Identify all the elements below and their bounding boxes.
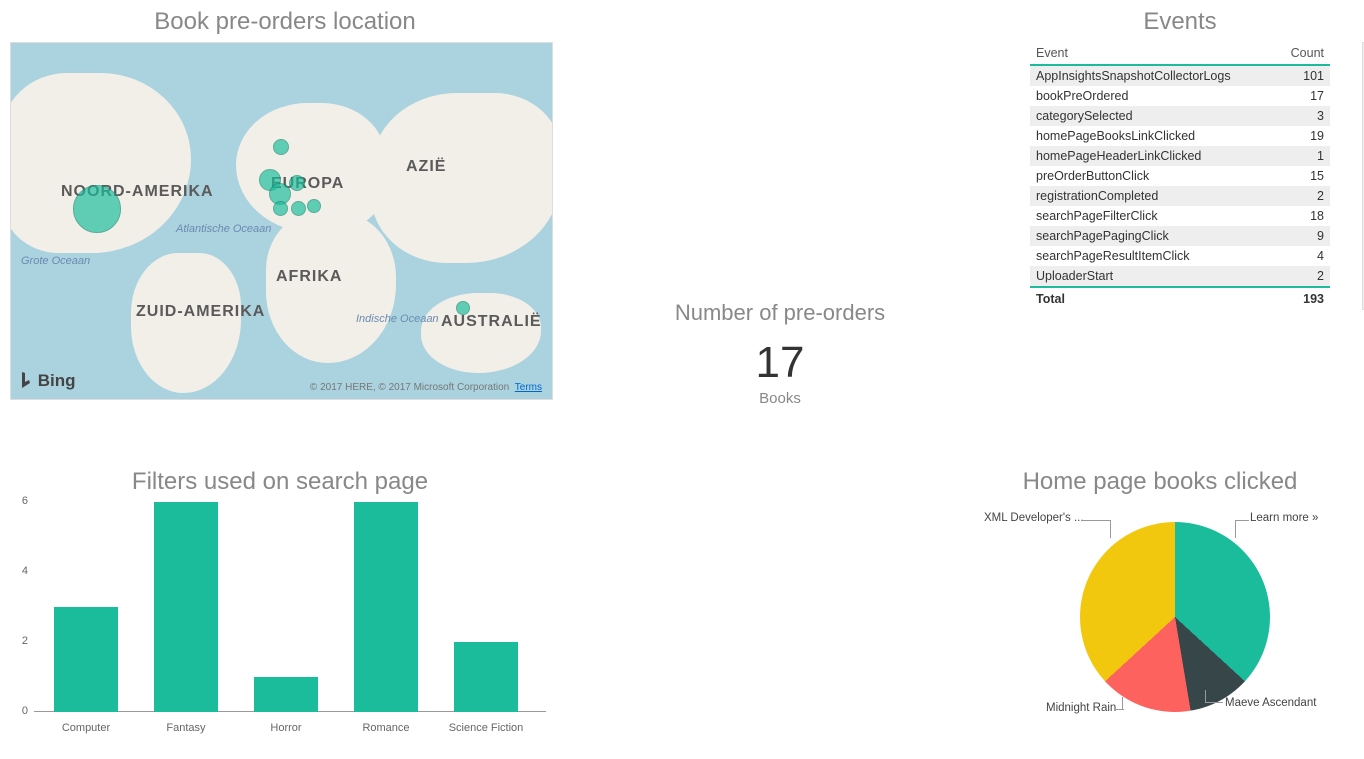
cell-count: 18 — [1276, 206, 1330, 226]
cell-event: AppInsightsSnapshotCollectorLogs — [1030, 65, 1276, 86]
map-tile: Book pre-orders location NOORD-AMERIKA Z… — [10, 0, 560, 400]
bar-category-label: Romance — [341, 722, 431, 734]
bar[interactable] — [354, 502, 418, 712]
map-bubble[interactable] — [273, 201, 288, 216]
events-tile: Events Event Count AppInsightsSnapshotCo… — [1030, 0, 1360, 310]
cell-count: 3 — [1276, 106, 1330, 126]
table-row[interactable]: preOrderButtonClick15 — [1030, 166, 1330, 186]
cell-event: UploaderStart — [1030, 266, 1276, 287]
bar-category-label: Fantasy — [141, 722, 231, 734]
label-atlantic: Atlantische Oceaan — [176, 223, 271, 235]
cell-count: 2 — [1276, 186, 1330, 206]
y-tick: 6 — [6, 495, 28, 507]
cell-event: categorySelected — [1030, 106, 1276, 126]
col-count[interactable]: Count — [1276, 42, 1330, 65]
pie-tile: Home page books clicked XML Developer's … — [960, 460, 1360, 732]
bar-chart[interactable]: Computer Fantasy Horror Romance Science Fict… — [6, 502, 556, 742]
map-copyright: © 2017 HERE, © 2017 Microsoft Corporatio… — [310, 382, 542, 393]
cell-count: 15 — [1276, 166, 1330, 186]
cell-event: bookPreOrdered — [1030, 86, 1276, 106]
table-row[interactable]: searchPageResultItemClick4 — [1030, 246, 1330, 266]
pie-chart[interactable]: XML Developer's ... Learn more » Maeve A… — [960, 502, 1360, 732]
cell-count: 17 — [1276, 86, 1330, 106]
bar[interactable] — [154, 502, 218, 712]
map-bubble[interactable] — [73, 185, 121, 233]
table-row[interactable]: registrationCompleted2 — [1030, 186, 1330, 206]
kpi-tile: Number of pre-orders 17 Books — [560, 300, 1000, 407]
map-bubble[interactable] — [273, 139, 289, 155]
pie-title: Home page books clicked — [960, 460, 1360, 502]
table-row[interactable]: UploaderStart2 — [1030, 266, 1330, 287]
cell-count: 101 — [1276, 65, 1330, 86]
map-title: Book pre-orders location — [10, 0, 560, 42]
total-value: 193 — [1276, 287, 1330, 310]
bar-category-label: Horror — [241, 722, 331, 734]
kpi-title: Number of pre-orders — [560, 300, 1000, 326]
map-bubble[interactable] — [456, 301, 470, 315]
bar-tile: Filters used on search page Computer Fant… — [0, 460, 560, 742]
table-row[interactable]: AppInsightsSnapshotCollectorLogs101 — [1030, 65, 1330, 86]
bar[interactable] — [54, 607, 118, 712]
bar-title: Filters used on search page — [0, 460, 560, 502]
cell-count: 1 — [1276, 146, 1330, 166]
cell-event: searchPageFilterClick — [1030, 206, 1276, 226]
table-row[interactable]: searchPageFilterClick18 — [1030, 206, 1330, 226]
events-table[interactable]: Event Count AppInsightsSnapshotCollector… — [1030, 42, 1330, 310]
label-grote: Grote Oceaan — [21, 255, 90, 267]
pie-label-midnight: Midnight Rain — [1046, 702, 1116, 714]
map-terms-link[interactable]: Terms — [515, 382, 542, 393]
cell-event: searchPagePagingClick — [1030, 226, 1276, 246]
cell-count: 2 — [1276, 266, 1330, 287]
cell-count: 9 — [1276, 226, 1330, 246]
table-row[interactable]: bookPreOrdered17 — [1030, 86, 1330, 106]
map-bubble[interactable] — [307, 199, 321, 213]
pie-label-xml: XML Developer's ... — [984, 512, 1084, 524]
y-tick: 0 — [6, 705, 28, 717]
kpi-sublabel: Books — [560, 390, 1000, 407]
table-row[interactable]: homePageHeaderLinkClicked1 — [1030, 146, 1330, 166]
cell-event: preOrderButtonClick — [1030, 166, 1276, 186]
total-label: Total — [1030, 287, 1276, 310]
bing-logo: Bing — [19, 371, 76, 391]
table-row[interactable]: categorySelected3 — [1030, 106, 1330, 126]
table-row[interactable]: homePageBooksLinkClicked19 — [1030, 126, 1330, 146]
table-row[interactable]: searchPagePagingClick9 — [1030, 226, 1330, 246]
bar-category-label: Computer — [41, 722, 131, 734]
map-visual[interactable]: NOORD-AMERIKA ZUID-AMERIKA EUROPA AFRIKA… — [10, 42, 553, 400]
col-event[interactable]: Event — [1030, 42, 1276, 65]
events-title: Events — [1030, 0, 1360, 42]
pie-label-maeve: Maeve Ascendant — [1225, 697, 1316, 709]
cell-event: searchPageResultItemClick — [1030, 246, 1276, 266]
kpi-value: 17 — [560, 338, 1000, 388]
pie-graphic[interactable] — [1080, 522, 1270, 712]
bar[interactable] — [454, 642, 518, 712]
bar[interactable] — [254, 677, 318, 712]
cell-count: 4 — [1276, 246, 1330, 266]
pie-label-learn: Learn more » — [1250, 512, 1318, 524]
map-bubble[interactable] — [289, 175, 305, 191]
cell-event: registrationCompleted — [1030, 186, 1276, 206]
bar-category-label: Science Fiction — [441, 722, 531, 734]
y-tick: 4 — [6, 565, 28, 577]
cell-event: homePageHeaderLinkClicked — [1030, 146, 1276, 166]
cell-event: homePageBooksLinkClicked — [1030, 126, 1276, 146]
cell-count: 19 — [1276, 126, 1330, 146]
y-tick: 2 — [6, 635, 28, 647]
map-bubble[interactable] — [291, 201, 306, 216]
